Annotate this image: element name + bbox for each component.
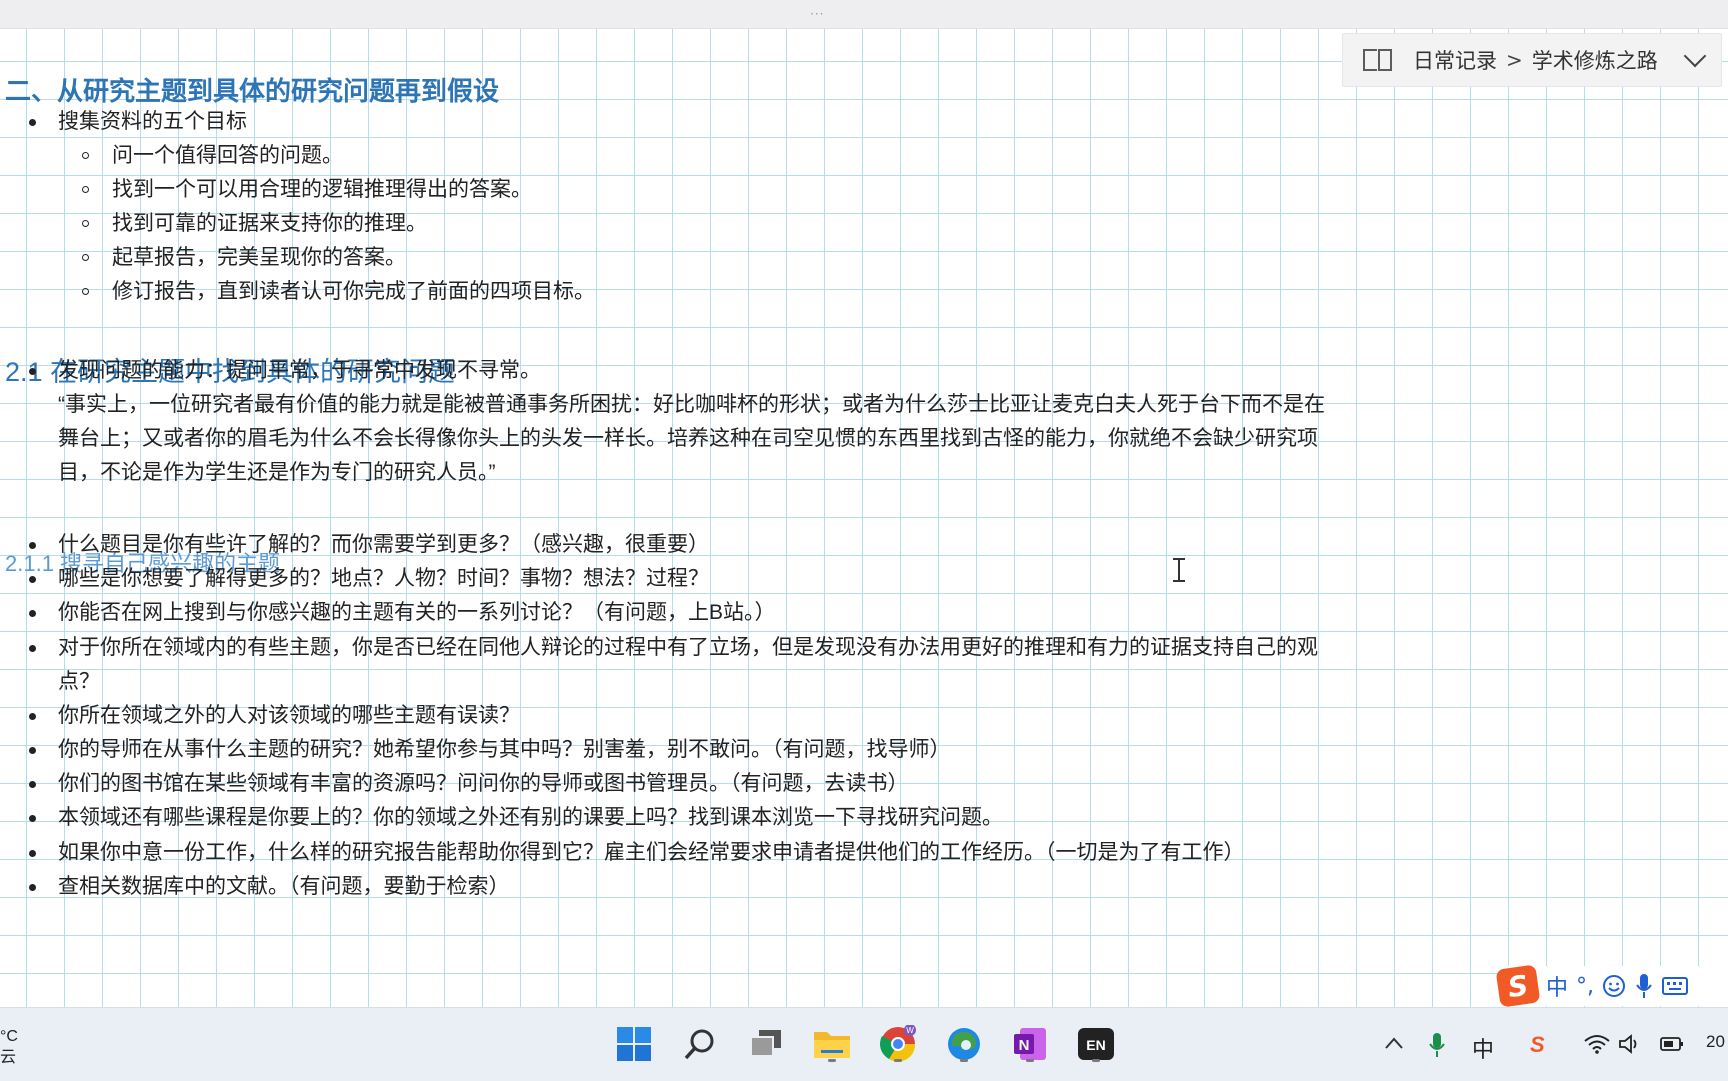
sogou-tray-icon[interactable]: S xyxy=(1530,1032,1545,1058)
breadcrumb-separator: > xyxy=(1506,48,1523,72)
sogou-logo-icon[interactable]: S xyxy=(1495,964,1541,1007)
running-indicator xyxy=(894,1059,902,1062)
clock[interactable]: 20 xyxy=(1706,1032,1725,1052)
list-item: 哪些是你想要了解得更多的？地点？人物？时间？事物？想法？过程？ xyxy=(29,565,709,593)
quote-line: “事实上，一位研究者最有价值的能力就是能被普通事务所困扰：好比咖啡杯的形状；或者… xyxy=(58,393,1325,416)
notebook-icon xyxy=(1361,47,1395,73)
running-indicator xyxy=(960,1059,968,1062)
list-item: 问一个值得回答的问题。 xyxy=(82,142,343,170)
chrome-icon[interactable]: W xyxy=(876,1022,920,1066)
window-top-strip[interactable]: ··· xyxy=(0,0,1728,29)
list-item: 修订报告，直到读者认可你完成了前面的四项目标。 xyxy=(82,278,595,306)
search-icon[interactable] xyxy=(678,1022,722,1066)
running-indicator xyxy=(1092,1059,1100,1062)
note-page[interactable]: 日常记录 > 学术修炼之路 二、从研究主题到具体的研究问题再到假设 搜集资料的五… xyxy=(0,29,1728,1007)
weather-temp: °C xyxy=(0,1028,18,1045)
breadcrumb-section[interactable]: 学术修炼之路 xyxy=(1532,45,1658,75)
list-item: 查相关数据库中的文献。（有问题，要勤于检索） xyxy=(29,873,510,901)
microphone-icon[interactable] xyxy=(1428,1032,1446,1058)
emoji-icon[interactable] xyxy=(1602,974,1626,998)
list-item: 你能否在网上搜到与你感兴趣的主题有关的一系列讨论？（有问题，上B站。） xyxy=(29,599,776,627)
en-app-icon[interactable]: EN xyxy=(1074,1022,1118,1066)
weather-widget[interactable]: °C 云 xyxy=(0,1026,18,1068)
microphone-icon[interactable] xyxy=(1634,973,1654,999)
list-item: 本领域还有哪些课程是你要上的？你的领域之外还有别的课要上吗？找到课本浏览一下寻找… xyxy=(29,804,1003,832)
onenote-letter: N xyxy=(1019,1037,1030,1054)
chevron-up-icon[interactable] xyxy=(1384,1036,1404,1050)
quote-line: 目，不论是作为学生还是作为专门的研究人员。” xyxy=(58,461,496,484)
list-item: 对于你所在领域内的有些主题，你是否已经在同他人辩论的过程中有了立场，但是发现没有… xyxy=(29,634,1318,662)
ime-toolbar[interactable]: S 中 °, xyxy=(1495,964,1728,1007)
tray-language[interactable]: 中 xyxy=(1472,1032,1494,1064)
list-item: 你所在领域之外的人对该领域的哪些主题有误读？ xyxy=(29,702,520,730)
list-item: 你的导师在从事什么主题的研究？她希望你参与其中吗？别害羞，别不敢问。（有问题，找… xyxy=(29,736,951,764)
edge-icon[interactable] xyxy=(942,1022,986,1066)
file-explorer-icon[interactable] xyxy=(810,1022,854,1066)
drag-handle[interactable]: ··· xyxy=(810,7,824,21)
quote-line: 舞台上；又或者你的眉毛为什么不会长得像你头上的头发一样长。培养这种在司空见惯的东… xyxy=(58,427,1318,450)
chrome-profile-badge: W xyxy=(906,1026,914,1035)
keyboard-icon[interactable] xyxy=(1662,976,1689,996)
list-item: 找到一个可以用合理的逻辑推理得出的答案。 xyxy=(82,176,532,204)
wifi-icon[interactable] xyxy=(1584,1034,1610,1054)
start-icon[interactable] xyxy=(612,1022,656,1066)
taskbar[interactable]: °C 云 W N EN 中 S 20 xyxy=(0,1007,1728,1081)
list-item: 找到可靠的证据来支持你的推理。 xyxy=(82,210,427,238)
volume-icon[interactable] xyxy=(1618,1034,1642,1054)
onenote-icon[interactable]: N xyxy=(1008,1022,1052,1066)
breadcrumb-notebook[interactable]: 日常记录 xyxy=(1413,45,1497,75)
list-item: 起草报告，完美呈现你的答案。 xyxy=(82,244,406,272)
list-item: 如果你中意一份工作，什么样的研究报告能帮助你得到它？雇主们会经常要求申请者提供他… xyxy=(29,839,1245,867)
ime-mode[interactable]: 中 xyxy=(1546,970,1568,1002)
breadcrumb[interactable]: 日常记录 > 学术修炼之路 xyxy=(1342,33,1722,87)
chevron-down-icon[interactable] xyxy=(1683,44,1707,68)
list-item: 你们的图书馆在某些领域有丰富的资源吗？问问你的导师或图书管理员。（有问题，去读书… xyxy=(29,770,909,798)
text-cursor-icon xyxy=(1172,556,1186,584)
en-app-label: EN xyxy=(1086,1037,1105,1053)
list-item-continuation: 点？ xyxy=(58,670,100,693)
weather-condition: 云 xyxy=(0,1049,17,1066)
battery-icon[interactable] xyxy=(1658,1034,1684,1054)
task-view-icon[interactable] xyxy=(744,1022,788,1066)
list-item: 什么题目是你有些许了解的？而你需要学到更多？（感兴趣，很重要） xyxy=(29,531,709,559)
ime-punct[interactable]: °, xyxy=(1576,974,1594,999)
list-item: 发现问题的能力：提问平常，于寻常中发现不寻常。 xyxy=(29,357,541,385)
list-item: 搜集资料的五个目标 xyxy=(29,108,247,136)
heading-1: 二、从研究主题到具体的研究问题再到假设 xyxy=(5,76,500,106)
running-indicator xyxy=(828,1059,836,1062)
running-indicator xyxy=(1026,1059,1034,1062)
